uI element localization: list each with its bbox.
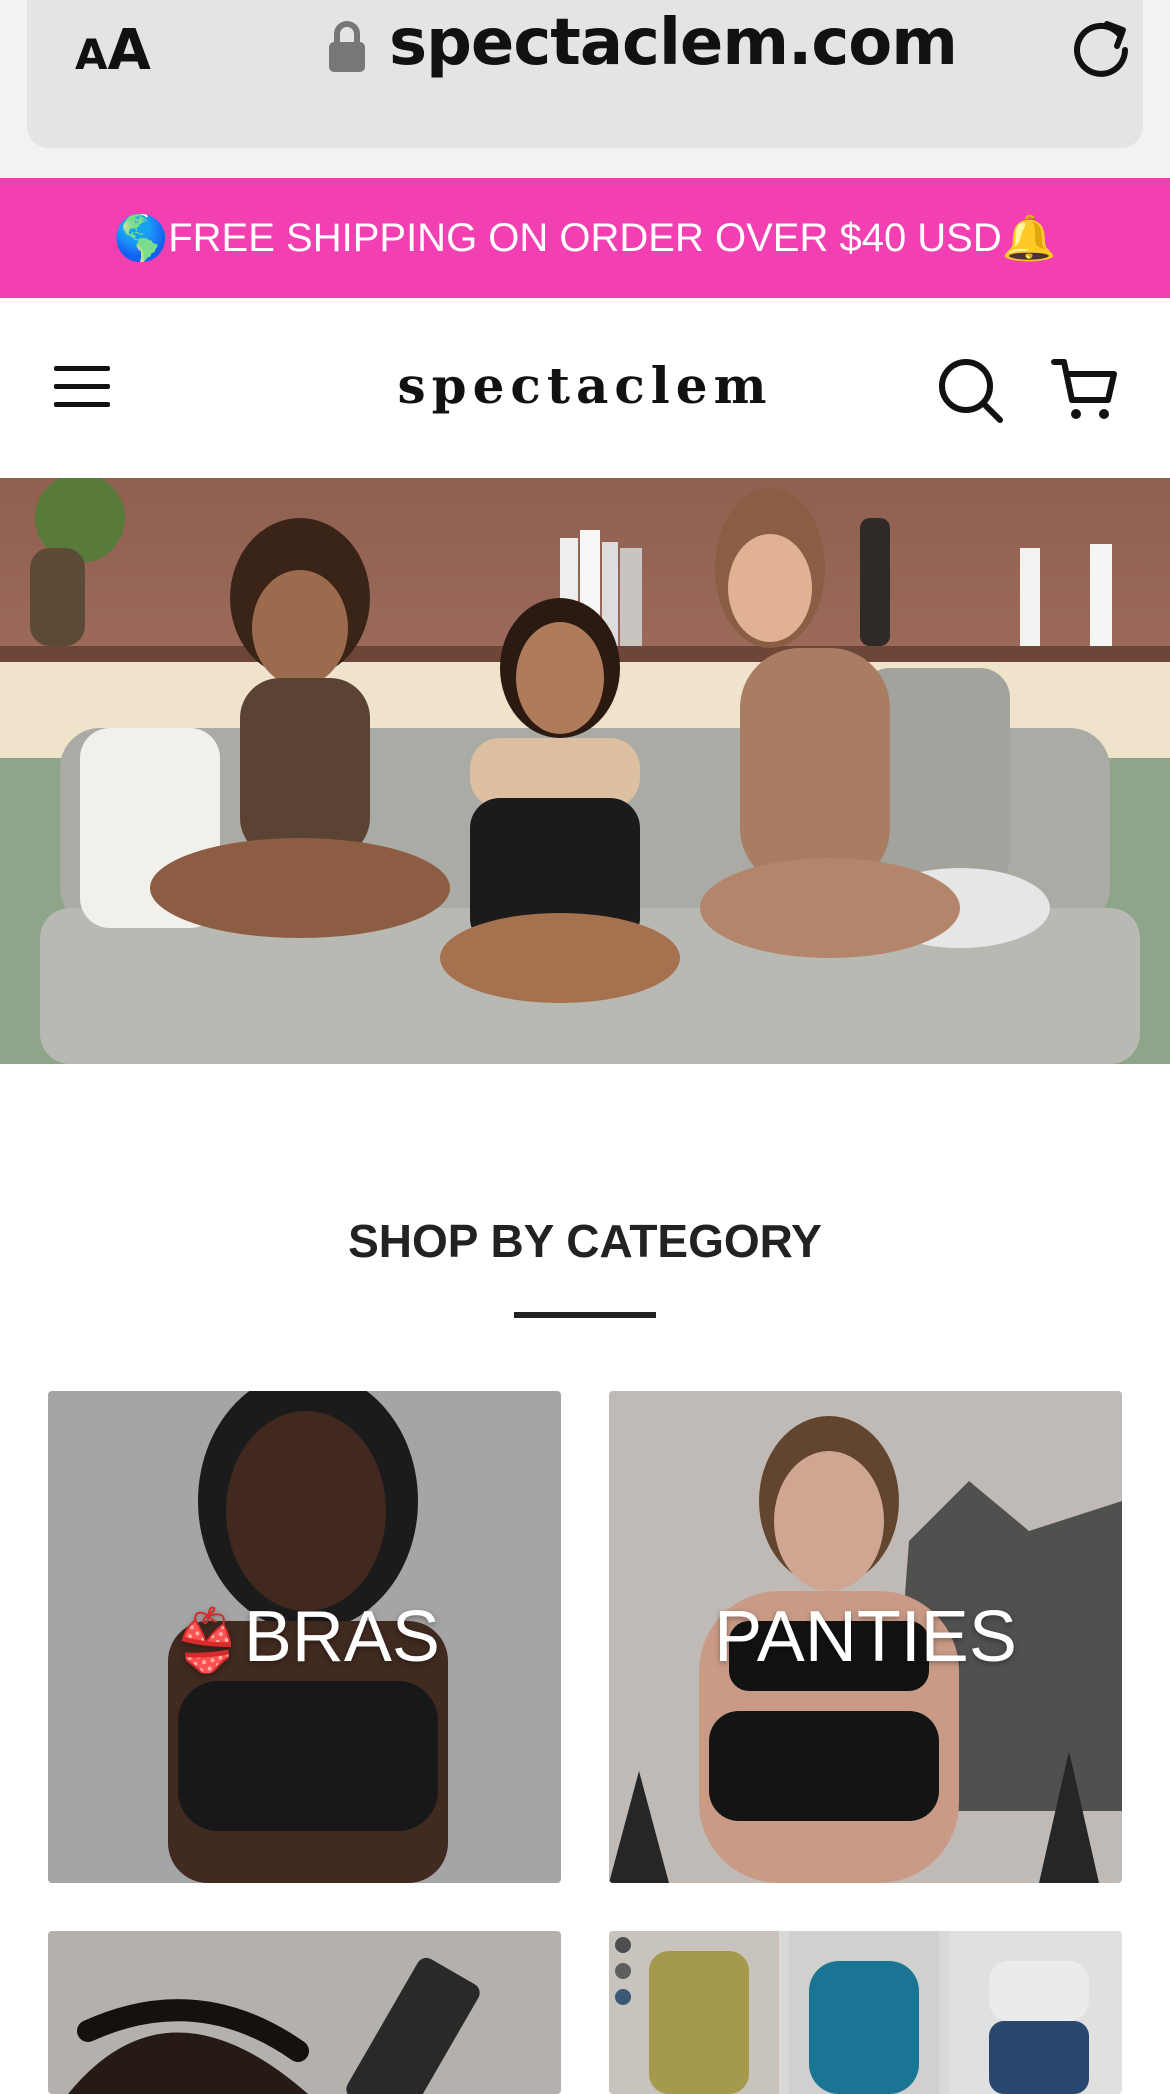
text-size-button[interactable]: AA [75, 18, 151, 83]
tops-image [609, 1931, 1122, 2094]
cart-icon[interactable] [1050, 354, 1120, 424]
promo-banner[interactable]: 🌎 FREE SHIPPING ON ORDER OVER $40 USD 🔔 [0, 178, 1170, 298]
search-icon[interactable] [936, 356, 1006, 426]
category-label-bras: 👙BRAS [169, 1597, 440, 1677]
bikini-emoji: 👙 [169, 1606, 244, 1676]
globe-emoji: 🌎 [113, 213, 169, 264]
hero-image[interactable] [0, 478, 1170, 1064]
url-text[interactable]: spectaclem.com [389, 6, 958, 80]
category-tile-tops[interactable] [609, 1931, 1122, 2094]
address-bar[interactable]: AA spectaclem.com [27, 0, 1143, 148]
browser-chrome: AA spectaclem.com [0, 0, 1170, 178]
brows-image [48, 1931, 561, 2094]
bell-emoji: 🔔 [1001, 213, 1057, 264]
reload-icon[interactable] [1067, 12, 1135, 80]
category-tile-brows[interactable] [48, 1931, 561, 2094]
category-label-panties: PANTIES [714, 1597, 1017, 1677]
category-tile-panties[interactable]: PANTIES [609, 1391, 1122, 1883]
section-divider [514, 1312, 656, 1318]
promo-text: FREE SHIPPING ON ORDER OVER $40 USD [168, 215, 1002, 260]
lock-icon [329, 21, 365, 72]
section-title: SHOP BY CATEGORY [348, 1215, 822, 1267]
site-header: spectaclem [0, 298, 1170, 478]
category-tile-bras[interactable]: 👙BRAS [48, 1391, 561, 1883]
